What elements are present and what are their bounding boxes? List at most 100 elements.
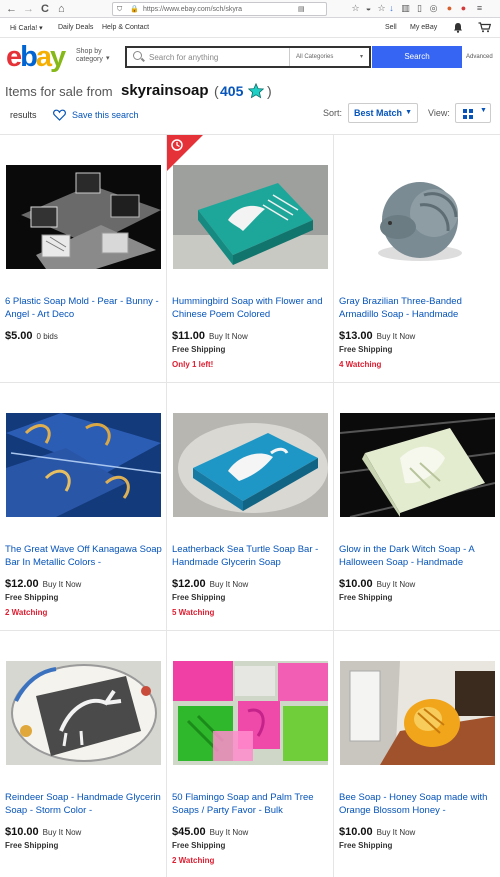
category-select-value: All Categories	[296, 54, 334, 60]
search-button[interactable]: Search	[372, 46, 462, 68]
listing-format: Buy It Now	[209, 332, 248, 341]
chevron-down-icon: ▼	[480, 107, 487, 114]
listing-title[interactable]: Leatherback Sea Turtle Soap Bar - Handma…	[172, 543, 330, 569]
view-select[interactable]: ▼	[455, 103, 491, 123]
url-text[interactable]: https://www.ebay.com/sch/skyra	[143, 4, 293, 15]
listing-status: 5 Watching	[172, 608, 215, 617]
daily-deals-link[interactable]: Daily Deals	[58, 24, 93, 31]
listing-title[interactable]: Hummingbird Soap with Flower and Chinese…	[172, 295, 330, 321]
search-bar: All Categories ▾	[125, 46, 371, 68]
feedback-score[interactable]: 405	[220, 83, 243, 99]
listing-price: $11.00	[172, 330, 206, 342]
listing-image[interactable]	[173, 165, 328, 269]
price-line: $12.00 Buy It Now	[172, 574, 248, 592]
listing-image[interactable]	[173, 661, 328, 765]
logo-letter: a	[35, 41, 52, 73]
library-icon[interactable]: ▥	[400, 3, 411, 14]
sort-select[interactable]: Best Match ▼	[348, 103, 418, 123]
logo-letter: e	[6, 41, 22, 73]
listing-price: $5.00	[5, 330, 33, 342]
listing-image[interactable]	[173, 413, 328, 517]
listing-card[interactable]: Hummingbird Soap with Flower and Chinese…	[167, 135, 334, 383]
greeting-link[interactable]: Hi Carla! ▾	[10, 24, 43, 32]
price-line: $10.00 Buy It Now	[339, 822, 415, 840]
pocket-icon[interactable]: ◒	[363, 3, 374, 14]
listing-price: $12.00	[5, 578, 39, 590]
listing-card[interactable]: The Great Wave Off Kanagawa Soap Bar In …	[0, 383, 167, 631]
cart-icon[interactable]	[478, 22, 491, 33]
bookmark-icon[interactable]: ☆	[350, 3, 361, 14]
listing-card[interactable]: Gray Brazilian Three-Banded Armadillo So…	[334, 135, 500, 383]
chevron-down-icon: ▼	[405, 109, 412, 116]
listing-title[interactable]: Reindeer Soap - Handmade Glycerin Soap -…	[5, 791, 163, 817]
listing-image[interactable]	[340, 661, 495, 765]
ebay-logo[interactable]: ebay	[6, 41, 66, 73]
grid-view-icon	[463, 109, 473, 119]
listing-card[interactable]: 6 Plastic Soap Mold - Pear - Bunny - Ang…	[0, 135, 167, 383]
shipping-label: Free Shipping	[172, 593, 226, 602]
listing-card[interactable]: Glow in the Dark Witch Soap - A Hallowee…	[334, 383, 500, 631]
listing-title[interactable]: Bee Soap - Honey Soap made with Orange B…	[339, 791, 497, 817]
results-grid: 6 Plastic Soap Mold - Pear - Bunny - Ang…	[0, 134, 500, 877]
bell-icon[interactable]	[453, 22, 463, 33]
listing-price: $10.00	[339, 826, 373, 838]
listing-title[interactable]: Gray Brazilian Three-Banded Armadillo So…	[339, 295, 497, 321]
pinterest-icon[interactable]: ●	[458, 3, 469, 14]
shipping-label: Free Shipping	[5, 593, 59, 602]
shipping-label: Free Shipping	[339, 841, 393, 850]
extension-icon[interactable]: ◎	[428, 3, 439, 14]
home-icon[interactable]: ⌂	[58, 2, 65, 16]
lock-icon[interactable]: 🔒	[130, 4, 139, 15]
advanced-search-link[interactable]: Advanced	[466, 54, 493, 60]
browser-toolbar: ← → C ⌂ ⛉ 🔒 https://www.ebay.com/sch/sky…	[0, 0, 500, 18]
listing-card[interactable]: Leatherback Sea Turtle Soap Bar - Handma…	[167, 383, 334, 631]
reload-icon[interactable]: C	[41, 2, 49, 16]
category-select[interactable]: All Categories ▾	[289, 48, 369, 66]
listing-format: Buy It Now	[209, 828, 249, 837]
star-icon[interactable]	[248, 83, 264, 99]
search-input[interactable]	[149, 50, 289, 64]
listing-image[interactable]	[6, 661, 161, 765]
extension-icon[interactable]: ●	[444, 3, 455, 14]
sell-link[interactable]: Sell	[385, 24, 397, 31]
store-name[interactable]: skyrainsoap	[121, 82, 209, 100]
save-search-link[interactable]: Save this search	[72, 110, 139, 120]
listing-image[interactable]	[6, 413, 161, 517]
listing-title[interactable]: 50 Flamingo Soap and Palm Tree Soaps / P…	[172, 791, 330, 817]
menu-icon[interactable]: ≡	[474, 3, 485, 14]
listing-card[interactable]: 50 Flamingo Soap and Palm Tree Soaps / P…	[167, 631, 334, 877]
chevron-down-icon[interactable]: ▾	[106, 54, 110, 62]
my-ebay-link[interactable]: My eBay	[410, 24, 437, 31]
listing-format: 0 bids	[36, 332, 58, 341]
back-icon[interactable]: ←	[6, 2, 17, 16]
shop-by-category-button[interactable]: Shop by category	[76, 48, 108, 64]
feedback-paren-close: )	[267, 83, 272, 99]
listing-status: 2 Watching	[172, 856, 215, 865]
listing-format: Buy It Now	[42, 580, 82, 589]
forward-icon[interactable]: →	[23, 2, 34, 16]
listing-status: 4 Watching	[339, 360, 382, 369]
listing-image[interactable]	[340, 413, 495, 517]
listing-card[interactable]: Reindeer Soap - Handmade Glycerin Soap -…	[0, 631, 167, 877]
heart-icon[interactable]	[53, 109, 66, 121]
listing-price: $13.00	[339, 330, 373, 342]
address-bar[interactable]: ⛉ 🔒 https://www.ebay.com/sch/skyra ▤	[112, 2, 327, 16]
reader-view-icon[interactable]: ▤	[298, 4, 305, 15]
logo-letter: b	[20, 41, 38, 73]
store-heading-prefix: Items for sale from	[5, 84, 113, 99]
results-label: results	[10, 110, 37, 120]
listing-price: $10.00	[339, 578, 373, 590]
help-contact-link[interactable]: Help & Contact	[102, 24, 149, 31]
download-icon[interactable]: ↓	[386, 3, 397, 14]
listing-title[interactable]: 6 Plastic Soap Mold - Pear - Bunny - Ang…	[5, 295, 163, 321]
shield-icon[interactable]: ⛉	[117, 4, 122, 15]
listing-image[interactable]	[340, 165, 495, 269]
listing-image[interactable]	[6, 165, 161, 269]
listing-title[interactable]: Glow in the Dark Witch Soap - A Hallowee…	[339, 543, 497, 569]
listing-title[interactable]: The Great Wave Off Kanagawa Soap Bar In …	[5, 543, 163, 569]
listing-card[interactable]: Bee Soap - Honey Soap made with Orange B…	[334, 631, 500, 877]
listing-price: $12.00	[172, 578, 206, 590]
shipping-label: Free Shipping	[5, 841, 59, 850]
sidebar-icon[interactable]: ▯	[414, 3, 425, 14]
listing-format: Buy It Now	[376, 580, 416, 589]
